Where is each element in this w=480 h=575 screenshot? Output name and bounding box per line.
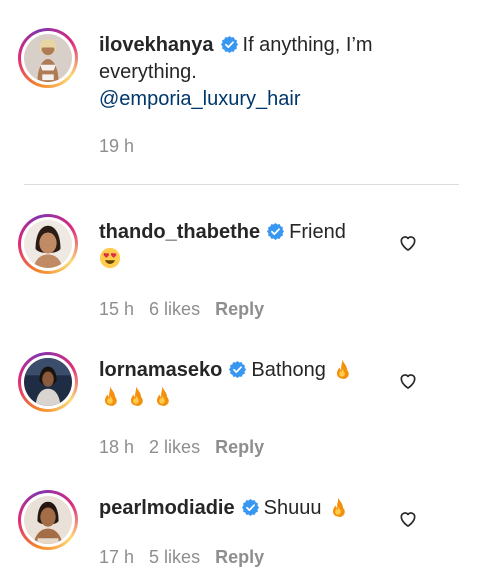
caption-mention-link[interactable]: @emporia_luxury_hair: [99, 88, 301, 110]
comment-username[interactable]: pearlmodiadie: [99, 497, 235, 519]
divider: [24, 184, 459, 185]
heart-outline-icon[interactable]: [398, 371, 418, 391]
comment-username[interactable]: lornamaseko: [99, 359, 222, 381]
reply-button[interactable]: Reply: [215, 299, 264, 319]
comment-meta: 15 h 6 likes Reply: [99, 299, 279, 320]
comment-text-block: pearlmodiadie Shuuu: [99, 495, 399, 522]
avatar-photo: [24, 358, 72, 406]
avatar-image: [24, 220, 72, 268]
heart-outline-icon[interactable]: [398, 509, 418, 529]
comment-meta: 18 h 2 likes Reply: [99, 437, 279, 458]
avatar-image: [24, 496, 72, 544]
comment-text: Shuuu: [263, 497, 322, 519]
comment-likes[interactable]: 6 likes: [149, 299, 200, 319]
comment-text-block: thando_thabethe Friend: [99, 219, 399, 273]
verified-badge-icon: [220, 35, 239, 54]
comment-timestamp: 18 h: [99, 437, 135, 457]
verified-badge-icon: [228, 360, 247, 379]
comment-timestamp: 15 h: [99, 299, 135, 319]
fire-emoji-icon: [99, 385, 121, 407]
comment-likes[interactable]: 5 likes: [149, 547, 200, 567]
reply-button[interactable]: Reply: [215, 547, 264, 567]
verified-badge-icon: [266, 222, 285, 241]
avatar-lornamaseko[interactable]: [18, 352, 78, 412]
avatar-photo: [24, 496, 72, 544]
caption-username[interactable]: ilovekhanya: [99, 34, 214, 56]
fire-emoji-icon: [327, 496, 349, 518]
comment-likes[interactable]: 2 likes: [149, 437, 200, 457]
caption-meta: 19 h: [99, 136, 149, 157]
comment-text: Bathong: [251, 359, 326, 381]
comment-text: Friend: [289, 221, 346, 243]
avatar-image: [24, 358, 72, 406]
avatar-pearlmodiadie[interactable]: [18, 490, 78, 550]
fire-emoji-icon: [331, 358, 353, 380]
avatar-photo: [24, 34, 72, 82]
comment-timestamp: 17 h: [99, 547, 135, 567]
comment-meta: 17 h 5 likes Reply: [99, 547, 279, 568]
avatar-photo: [24, 220, 72, 268]
avatar-image: [24, 34, 72, 82]
heart-outline-icon[interactable]: [398, 233, 418, 253]
reply-button[interactable]: Reply: [215, 437, 264, 457]
avatar-thando-thabethe[interactable]: [18, 214, 78, 274]
heart-eyes-emoji-icon: [99, 247, 121, 269]
avatar-ilovekhanya[interactable]: [18, 28, 78, 88]
caption-timestamp: 19 h: [99, 136, 135, 156]
comment-username[interactable]: thando_thabethe: [99, 221, 260, 243]
fire-emoji-icon: [125, 385, 147, 407]
fire-emoji-icon: [151, 385, 173, 407]
caption-text-block: ilovekhanya If anything, I’m everything. …: [99, 32, 399, 113]
verified-badge-icon: [241, 498, 260, 517]
comment-text-block: lornamaseko Bathong: [99, 357, 399, 411]
